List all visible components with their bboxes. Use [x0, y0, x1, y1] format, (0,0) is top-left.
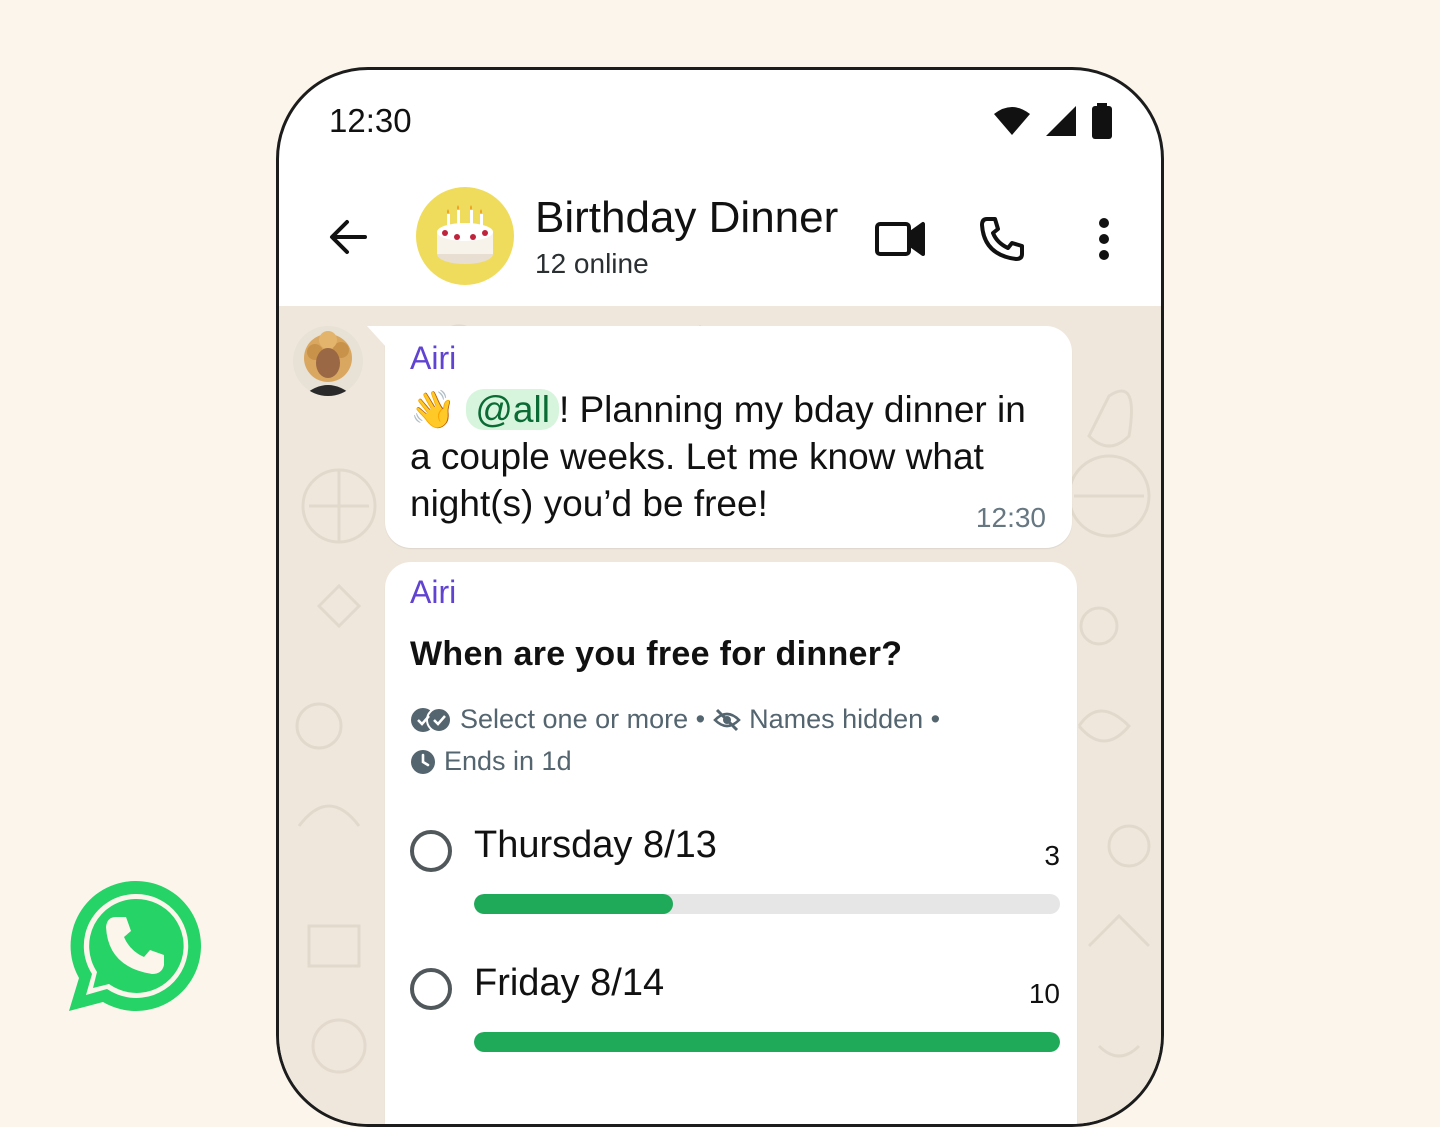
- more-options-button[interactable]: [1077, 212, 1131, 266]
- poll-ends: Ends in 1d: [444, 746, 572, 776]
- battery-icon: [1092, 103, 1112, 139]
- bubble-tail: [367, 326, 387, 348]
- back-arrow-icon[interactable]: [325, 214, 371, 260]
- avatar-photo: [293, 326, 363, 396]
- status-time: 12:30: [329, 102, 412, 139]
- cake-icon: [437, 205, 493, 264]
- poll-option-bar: [474, 1032, 1060, 1052]
- whatsapp-logo: [69, 880, 201, 1011]
- poll-option-label: Thursday 8/13: [474, 824, 717, 866]
- names-hint: Names hidden •: [749, 704, 941, 734]
- poll-option-bar-fill: [474, 1032, 1060, 1052]
- clock-icon: [411, 749, 435, 774]
- phone-frame: 12:30 Birthday Dinner 12 online Airi 👋 @…: [276, 67, 1164, 1127]
- chat-header: Birthday Dinner 12 online: [279, 170, 1161, 306]
- wifi-icon: [994, 107, 1030, 135]
- voice-call-button[interactable]: [975, 212, 1029, 266]
- more-vert-icon: [1099, 218, 1109, 260]
- poll-meta-line-2: Ends in 1d: [410, 746, 572, 777]
- poll-option-count: 10: [1028, 978, 1060, 1009]
- status-icons: [993, 103, 1113, 139]
- select-hint: Select one or more •: [460, 704, 706, 734]
- chat-subtitle: 12 online: [535, 248, 649, 279]
- poll-option-bar: [474, 894, 1060, 914]
- message-bubble[interactable]: Airi 👋 @all! Planning my bday dinner in …: [367, 326, 1072, 548]
- video-call-icon: [875, 222, 925, 256]
- message-text: 👋 @all! Planning my bday dinner in a cou…: [410, 386, 1050, 527]
- message-time: 12:30: [975, 502, 1046, 533]
- message-sender[interactable]: Airi: [410, 340, 456, 377]
- mention-all[interactable]: @all: [466, 389, 559, 430]
- wave-emoji: 👋: [410, 389, 457, 430]
- signal-icon: [1046, 106, 1076, 136]
- status-bar: 12:30: [279, 70, 1161, 170]
- poll-sender[interactable]: Airi: [410, 574, 456, 611]
- chat-title-block[interactable]: Birthday Dinner 12 online: [535, 192, 838, 280]
- chat-title: Birthday Dinner: [535, 193, 839, 242]
- poll-question: When are you free for dinner?: [410, 635, 903, 673]
- poll-option-radio[interactable]: [410, 968, 452, 1010]
- video-call-button[interactable]: [873, 212, 927, 266]
- phone-icon: [980, 217, 1024, 261]
- poll-option-radio[interactable]: [410, 830, 452, 872]
- sender-avatar[interactable]: [293, 326, 363, 396]
- poll-option-label: Friday 8/14: [474, 962, 665, 1004]
- poll-option-bar-fill: [474, 894, 674, 914]
- eye-off-icon: [713, 708, 741, 731]
- poll-bubble: Airi When are you free for dinner? Selec…: [385, 562, 1077, 1124]
- poll-meta-line-1: Select one or more • Names hidden •: [410, 704, 940, 735]
- chat-area[interactable]: Airi 👋 @all! Planning my bday dinner in …: [279, 306, 1161, 1124]
- group-avatar[interactable]: [416, 187, 514, 285]
- poll-option-count: 3: [1044, 840, 1060, 871]
- double-check-icon: [411, 706, 452, 733]
